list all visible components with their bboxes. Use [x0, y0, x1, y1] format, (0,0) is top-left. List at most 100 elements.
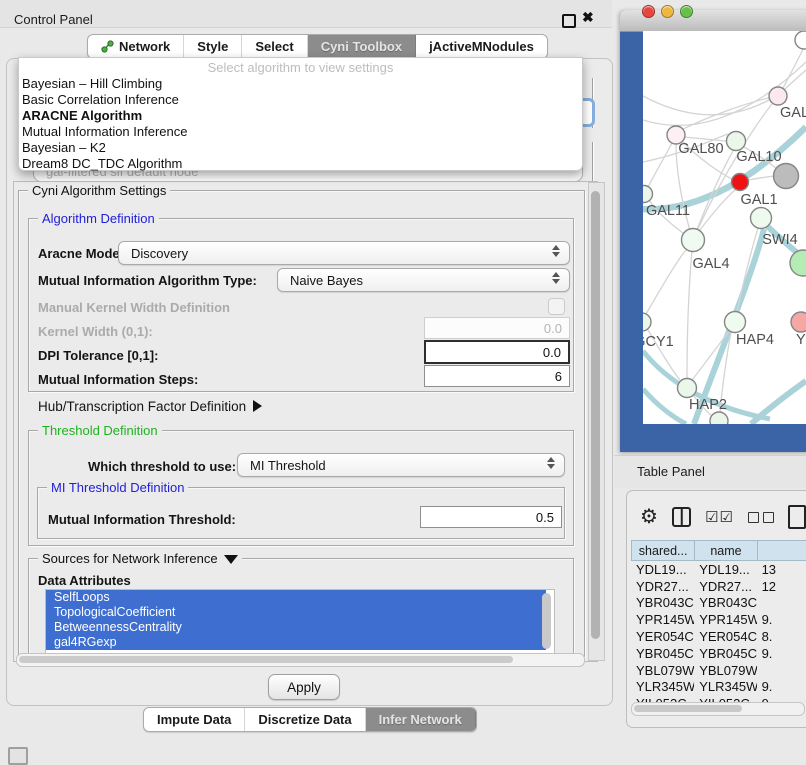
unchecked-pair-icon[interactable] — [748, 512, 774, 523]
kernel-width-field[interactable]: 0.0 — [424, 317, 570, 339]
network-node-label: GAL80 — [678, 141, 723, 157]
attribute-list-item[interactable]: BetweennessCentrality — [46, 620, 546, 635]
float-window-icon[interactable] — [562, 14, 576, 28]
network-node-gal[interactable] — [769, 87, 787, 105]
network-node-gcy1[interactable] — [643, 313, 651, 331]
network-node-label: SWI4 — [762, 232, 797, 248]
network-node[interactable] — [774, 164, 799, 189]
algorithm-option[interactable]: Mutual Information Inference — [19, 124, 582, 140]
which-threshold-value: MI Threshold — [250, 458, 326, 473]
combo-arrows-icon — [552, 272, 560, 284]
algorithm-option[interactable]: ARACNE Algorithm — [19, 108, 582, 124]
mi-threshold-field[interactable]: 0.5 — [420, 506, 562, 528]
algorithm-option[interactable]: Bayesian – K2 — [19, 140, 582, 156]
network-node-gal10[interactable] — [727, 132, 746, 151]
apply-button[interactable]: Apply — [268, 674, 340, 700]
page-icon[interactable] — [788, 505, 806, 529]
tab-label: jActiveMNodules — [429, 39, 534, 54]
mi-type-combo[interactable]: Naive Bayes — [277, 268, 570, 292]
table-cell: 9. — [757, 646, 806, 661]
close-icon[interactable]: ✖ — [582, 9, 594, 26]
which-threshold-label: Which threshold to use: — [88, 459, 236, 474]
mi-steps-field[interactable]: 6 — [424, 365, 570, 387]
tab-select[interactable]: Select — [242, 35, 307, 58]
network-node[interactable] — [790, 250, 806, 276]
sources-group-title[interactable]: Sources for Network Inference — [38, 551, 242, 566]
algorithm-definition-title: Algorithm Definition — [38, 211, 159, 226]
tab-impute-data[interactable]: Impute Data — [144, 708, 245, 731]
checked-pair-icon[interactable]: ☑☑ — [705, 508, 734, 526]
network-icon — [101, 40, 114, 53]
attribute-list-item[interactable]: SelfLoops — [46, 590, 546, 605]
gear-icon[interactable]: ⚙ — [640, 505, 658, 529]
column-view-icon[interactable] — [672, 507, 691, 527]
scrollbar-thumb[interactable] — [634, 705, 742, 712]
table-row[interactable]: YBR043CYBR043C — [631, 595, 806, 612]
network-node-gal1[interactable] — [732, 174, 749, 191]
manual-kernel-checkbox[interactable] — [548, 298, 565, 315]
tab-cyni-toolbox[interactable]: Cyni Toolbox — [308, 35, 416, 58]
network-node-gal4[interactable] — [682, 229, 705, 252]
scrollbar-thumb[interactable] — [591, 191, 600, 639]
zoom-traffic-light-icon[interactable] — [680, 5, 693, 18]
table-row[interactable]: YBR045CYBR045C9. — [631, 645, 806, 662]
network-node-gal11[interactable] — [643, 186, 653, 203]
column-header[interactable] — [757, 540, 806, 561]
dpi-tolerance-field[interactable]: 0.0 — [424, 340, 570, 364]
network-node-label: GAL11 — [646, 203, 690, 219]
attribute-list-item[interactable]: TopologicalCoefficient — [46, 605, 546, 620]
tab-infer-network[interactable]: Infer Network — [366, 708, 476, 731]
which-threshold-combo[interactable]: MI Threshold — [237, 453, 565, 477]
tab-discretize-data[interactable]: Discretize Data — [245, 708, 365, 731]
bottom-tab-bar: Impute DataDiscretize DataInfer Network — [143, 707, 477, 732]
network-node[interactable] — [795, 31, 806, 49]
table-cell: YBL079W — [631, 663, 694, 678]
algorithm-option[interactable]: Bayesian – Hill Climbing — [19, 76, 582, 92]
table-cell: 12 — [757, 579, 806, 594]
table-cell: YER054C — [631, 629, 694, 644]
table-row[interactable]: YDR27...YDR27...12 — [631, 578, 806, 595]
tab-network[interactable]: Network — [88, 35, 184, 58]
table-cell: YDR27... — [694, 579, 756, 594]
network-node[interactable] — [710, 412, 728, 424]
algorithm-option[interactable]: Basic Correlation Inference — [19, 92, 582, 108]
table-cell: YER054C — [694, 629, 756, 644]
hub-definition-label: Hub/Transcription Factor Definition — [38, 399, 246, 414]
network-node-hap4[interactable] — [725, 312, 746, 333]
table-cell: YDL19... — [631, 562, 694, 577]
data-attributes-list[interactable]: SelfLoopsTopologicalCoefficientBetweenne… — [45, 589, 555, 657]
table-horizontal-scrollbar[interactable] — [631, 702, 805, 716]
mi-threshold-title: MI Threshold Definition — [47, 480, 188, 495]
network-node-swi4[interactable] — [751, 208, 772, 229]
attribute-list-item[interactable]: gal4RGexp — [46, 635, 546, 650]
network-node-label: GCY1 — [643, 334, 674, 350]
hub-definition-expander[interactable]: Hub/Transcription Factor Definition — [38, 399, 262, 414]
dpi-tolerance-label: DPI Tolerance [0,1]: — [38, 348, 158, 363]
threshold-definition-title: Threshold Definition — [38, 423, 162, 438]
aracne-mode-combo[interactable]: Discovery — [118, 241, 570, 265]
table-row[interactable]: YDL19...YDL19...13 — [631, 561, 806, 578]
table-row[interactable]: YLR345WYLR345W9. — [631, 679, 806, 696]
minimize-traffic-light-icon[interactable] — [661, 5, 674, 18]
settings-vertical-scrollbar[interactable] — [588, 182, 605, 661]
scrollbar-thumb[interactable] — [19, 656, 513, 663]
network-edge — [648, 143, 672, 187]
algorithm-option[interactable]: Dream8 DC_TDC Algorithm — [19, 156, 582, 172]
minimized-panel-icon[interactable] — [8, 747, 28, 765]
kernel-width-label: Kernel Width (0,1): — [38, 324, 153, 339]
table-cell: 9. — [757, 679, 806, 694]
table-row[interactable]: YER054CYER054C8. — [631, 628, 806, 645]
network-node-hap2[interactable] — [678, 379, 697, 398]
table-row[interactable]: YPR145WYPR145W9. — [631, 611, 806, 628]
list-scrollbar-thumb[interactable] — [542, 593, 551, 649]
settings-horizontal-scrollbar[interactable] — [16, 653, 585, 667]
network-node-y[interactable] — [791, 312, 806, 332]
table-row[interactable]: YBL079WYBL079W — [631, 662, 806, 679]
tab-style[interactable]: Style — [184, 35, 242, 58]
column-header[interactable]: shared... — [631, 540, 694, 561]
tab-jactivemnodules[interactable]: jActiveMNodules — [416, 35, 547, 58]
close-traffic-light-icon[interactable] — [642, 5, 655, 18]
column-header[interactable]: name — [694, 540, 756, 561]
network-canvas[interactable]: GALGAL80GAL10GAL1GAL11SWI4GAL4GCY1HAP4YH… — [643, 31, 806, 424]
network-node-label: HAP4 — [736, 332, 774, 348]
